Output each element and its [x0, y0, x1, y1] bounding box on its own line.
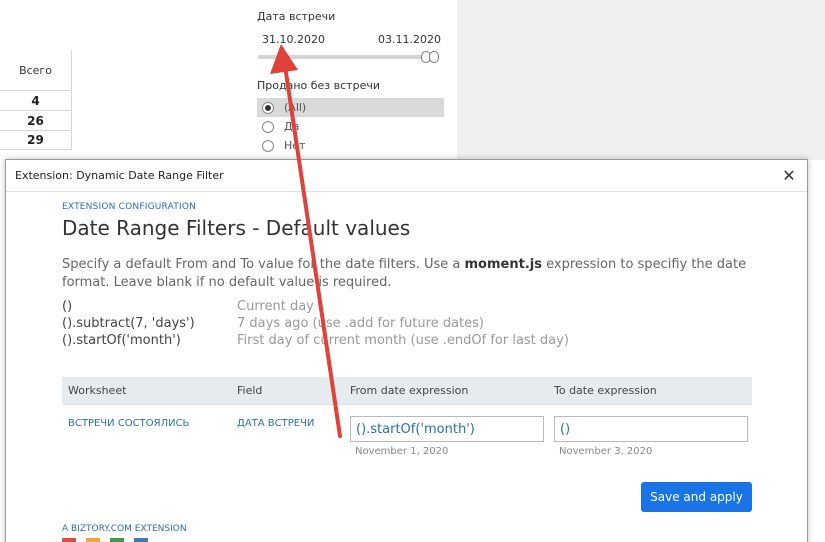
example-meaning: 7 days ago (use .add for future dates) [237, 316, 484, 331]
close-icon[interactable]: ✕ [779, 166, 799, 186]
from-date-preview: November 1, 2020 [355, 446, 449, 457]
arrow-head [270, 44, 298, 74]
summary-table-cell: 29 [0, 130, 72, 150]
logo-icon [134, 538, 148, 542]
date-filter-to-value: 03.11.2020 [378, 33, 441, 46]
grid-header-from: From date expression [350, 384, 469, 397]
row-worksheet: ВСТРЕЧИ СОСТОЯЛИСЬ [68, 418, 190, 429]
summary-table-cell: 26 [0, 110, 72, 130]
summary-table-header: Всего [0, 50, 72, 90]
date-filter-from-value: 31.10.2020 [262, 33, 325, 46]
example-expression: () [62, 299, 73, 314]
example-expression: ().subtract(7, 'days') [62, 316, 195, 331]
sold-filter-option-yes[interactable]: Да [257, 117, 444, 136]
dialog-content: EXTENSION CONFIGURATION Date Range Filte… [62, 202, 754, 349]
brand-logos [62, 538, 148, 542]
grid-header-field: Field [237, 384, 263, 397]
radio-unchecked-icon [262, 120, 274, 133]
example-meaning: First day of current month (use .endOf f… [237, 333, 569, 348]
dialog-description: Specify a default From and To value for … [62, 256, 752, 292]
sold-filter-title: Продано без встречи [257, 79, 380, 92]
dialog-titlebar: Extension: Dynamic Date Range Filter ✕ [6, 160, 807, 192]
description-strong: moment.js [464, 257, 542, 272]
sold-filter-option-label: (All) [284, 101, 307, 114]
row-field: ДАТА ВСТРЕЧИ [237, 418, 315, 429]
radio-checked-icon [262, 101, 274, 114]
sold-filter-option-label: Нет [284, 139, 306, 152]
expression-examples: () Current day ().subtract(7, 'days') 7 … [62, 298, 754, 349]
logo-icon [110, 538, 124, 542]
example-expression: ().startOf('month') [62, 333, 181, 348]
sold-filter-option-label: Да [284, 120, 300, 133]
description-prefix: Specify a default From and To value for … [62, 257, 465, 272]
grid-header-worksheet: Worksheet [68, 384, 127, 397]
dialog-title: Date Range Filters - Default values [62, 216, 411, 240]
grid-header-row: Worksheet Field From date expression To … [62, 377, 752, 404]
example-meaning: Current day [237, 299, 314, 314]
from-date-expression-input[interactable] [350, 416, 544, 442]
to-date-preview: November 3, 2020 [559, 446, 653, 457]
grid-header-to: To date expression [554, 384, 657, 397]
extension-dialog: Extension: Dynamic Date Range Filter ✕ E… [5, 159, 808, 542]
logo-icon [62, 538, 76, 542]
to-date-expression-input[interactable] [554, 416, 748, 442]
table-row: ВСТРЕЧИ СОСТОЯЛИСЬ ДАТА ВСТРЕЧИ November… [62, 404, 752, 468]
summary-table-cell: 4 [0, 90, 72, 110]
radio-unchecked-icon [262, 139, 274, 152]
sold-filter-option-all[interactable]: (All) [257, 98, 444, 117]
dialog-subtitle: EXTENSION CONFIGURATION [62, 202, 197, 212]
save-and-apply-button[interactable]: Save and apply [641, 482, 752, 512]
dialog-window-title: Extension: Dynamic Date Range Filter [15, 169, 224, 182]
summary-table: Всего 4 26 29 [0, 50, 72, 150]
filter-config-grid: Worksheet Field From date expression To … [62, 377, 752, 468]
date-range-slider-track[interactable] [258, 55, 434, 59]
date-filter-title: Дата встречи [257, 10, 336, 23]
logo-icon [86, 538, 100, 542]
sold-filter-option-no[interactable]: Нет [257, 136, 444, 155]
example-row: ().startOf('month') First day of current… [62, 332, 754, 349]
dashboard-background-panel [457, 0, 825, 160]
dialog-footer: A BIZTORY.COM EXTENSION [62, 524, 187, 534]
example-row: ().subtract(7, 'days') 7 days ago (use .… [62, 315, 754, 332]
date-range-slider-handle-end[interactable] [429, 51, 439, 63]
example-row: () Current day [62, 298, 754, 315]
